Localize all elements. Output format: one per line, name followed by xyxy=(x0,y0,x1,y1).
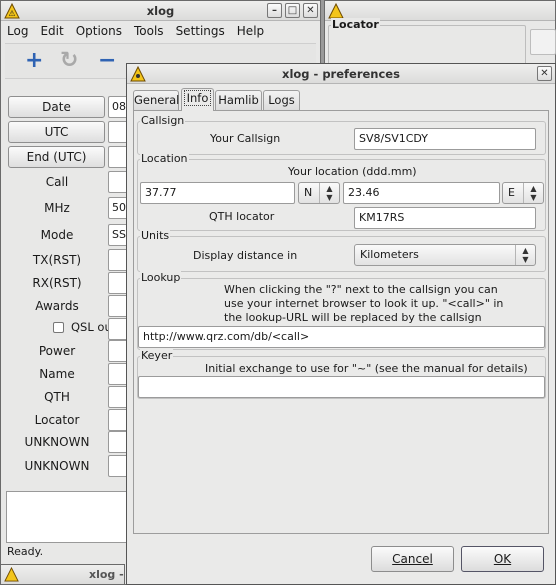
tab-hamlib[interactable]: Hamlib xyxy=(215,90,262,110)
units-section-title: Units xyxy=(140,229,171,243)
xlog-logo-icon xyxy=(328,3,344,19)
callsign-section: Callsign Your Callsign SV8/SV1CDY xyxy=(137,114,546,155)
remove-icon[interactable]: − xyxy=(98,50,116,72)
xlog-minimized-window[interactable]: xlog - xyxy=(0,564,125,585)
xlog-logo-icon xyxy=(130,66,146,82)
callsign-input[interactable]: SV8/SV1CDY xyxy=(354,128,536,150)
longitude-input[interactable]: 23.46 xyxy=(343,182,500,204)
locator-group-title: Locator xyxy=(331,18,380,32)
refresh-icon[interactable]: ↻ xyxy=(60,50,78,72)
tab-logs[interactable]: Logs xyxy=(263,90,300,110)
longitude-direction-value: E xyxy=(508,186,515,199)
prefs-title: xlog - preferences xyxy=(282,67,400,81)
distance-units-value: Kilometers xyxy=(360,248,419,261)
keyer-exchange-input[interactable] xyxy=(138,376,545,398)
menu-log[interactable]: Log xyxy=(1,21,34,42)
status-bar: Ready. xyxy=(7,545,44,558)
lookup-help-line-2: use your internet browser to look it up.… xyxy=(224,297,504,310)
menu-tools[interactable]: Tools xyxy=(128,21,170,42)
tab-general[interactable]: General xyxy=(133,90,179,110)
cancel-button-label: Cancel xyxy=(392,552,433,566)
distance-units-label: Display distance in xyxy=(193,249,298,262)
location-section: Location Your location (ddd.mm) 37.77 N … xyxy=(137,152,546,231)
callsign-section-title: Callsign xyxy=(140,114,186,128)
remarks-textarea[interactable] xyxy=(6,491,130,543)
lookup-section: Lookup When clicking the "?" next to the… xyxy=(137,271,546,350)
tx-rst-label: TX(RST) xyxy=(32,253,82,267)
callsign-label: Your Callsign xyxy=(210,132,281,145)
xlog-logo-icon: ⚠ xyxy=(4,3,20,19)
latitude-direction-select[interactable]: N ▲ ▼ xyxy=(298,182,340,204)
qth-label: QTH xyxy=(44,390,70,404)
prefs-titlebar[interactable]: xlog - preferences ✕ xyxy=(127,64,555,84)
distance-units-select[interactable]: Kilometers ▲ ▼ xyxy=(354,244,536,266)
ok-button-label: OK xyxy=(493,552,512,566)
main-title: xlog xyxy=(146,4,175,18)
awards-label: Awards xyxy=(35,299,79,313)
main-titlebar[interactable]: ⚠ xlog – □ ✕ xyxy=(1,1,320,21)
mini-title: xlog - xyxy=(89,568,124,581)
keyer-exchange-label: Initial exchange to use for "~" (see the… xyxy=(205,362,528,375)
xlog-logo-icon xyxy=(4,567,19,582)
tab-info-label: Info xyxy=(183,90,212,106)
updown-arrows-icon: ▲ ▼ xyxy=(319,183,339,203)
menu-options[interactable]: Options xyxy=(70,21,128,42)
tab-info[interactable]: Info xyxy=(181,88,214,111)
date-button[interactable]: Date xyxy=(8,96,105,118)
rx-rst-label: RX(RST) xyxy=(32,276,82,290)
maximize-icon: □ xyxy=(287,5,298,16)
qsl-out-checkbox[interactable] xyxy=(53,322,64,333)
mhz-label: MHz xyxy=(44,201,70,215)
location-label: Your location (ddd.mm) xyxy=(288,165,417,178)
latitude-direction-value: N xyxy=(304,186,313,199)
location-section-title: Location xyxy=(140,152,189,166)
close-button[interactable]: ✕ xyxy=(303,3,318,18)
maximize-button[interactable]: □ xyxy=(285,3,300,18)
longitude-direction-select[interactable]: E ▲ ▼ xyxy=(502,182,544,204)
menu-help[interactable]: Help xyxy=(231,21,270,42)
mode-label: Mode xyxy=(40,228,74,242)
cancel-button[interactable]: Cancel xyxy=(371,546,454,572)
minimize-button[interactable]: – xyxy=(267,3,282,18)
preferences-dialog: xlog - preferences ✕ General Info Hamlib… xyxy=(126,63,556,585)
info-panel: Callsign Your Callsign SV8/SV1CDY Locati… xyxy=(133,110,549,534)
lookup-url-input[interactable]: http://www.qrz.com/db/<call> xyxy=(138,326,545,348)
keyer-section: Keyer Initial exchange to use for "~" (s… xyxy=(137,349,546,399)
unknown-label-1: UNKNOWN xyxy=(24,435,90,449)
call-label: Call xyxy=(45,175,69,189)
name-label: Name xyxy=(39,367,75,381)
power-label: Power xyxy=(38,344,76,358)
units-section: Units Display distance in Kilometers ▲ ▼ xyxy=(137,229,546,272)
latitude-input[interactable]: 37.77 xyxy=(140,182,295,204)
prefs-close-button[interactable]: ✕ xyxy=(537,66,552,81)
locator-label: Locator xyxy=(34,413,80,427)
updown-arrows-icon: ▲ ▼ xyxy=(523,183,543,203)
qth-locator-input[interactable]: KM17RS xyxy=(354,207,536,229)
minimize-icon: – xyxy=(272,5,277,16)
lookup-section-title: Lookup xyxy=(140,271,182,285)
lookup-help-line-3: the lookup-URL will be replaced by the c… xyxy=(224,311,482,324)
updown-arrows-icon: ▲ ▼ xyxy=(515,245,535,265)
close-icon: ✕ xyxy=(306,5,315,16)
lookup-help-line-1: When clicking the "?" next to the callsi… xyxy=(224,283,498,296)
side-box xyxy=(530,29,556,55)
ok-button[interactable]: OK xyxy=(461,546,544,572)
add-icon[interactable]: + xyxy=(25,50,43,72)
end-utc-button[interactable]: End (UTC) xyxy=(8,146,105,168)
menu-edit[interactable]: Edit xyxy=(34,21,69,42)
utc-button[interactable]: UTC xyxy=(8,121,105,143)
menu-settings[interactable]: Settings xyxy=(170,21,231,42)
unknown-label-2: UNKNOWN xyxy=(24,459,90,473)
close-icon: ✕ xyxy=(540,68,549,79)
menubar: Log Edit Options Tools Settings Help xyxy=(1,21,320,42)
qth-locator-label: QTH locator xyxy=(209,210,275,223)
keyer-section-title: Keyer xyxy=(140,349,174,363)
svg-text:⚠: ⚠ xyxy=(8,9,15,18)
